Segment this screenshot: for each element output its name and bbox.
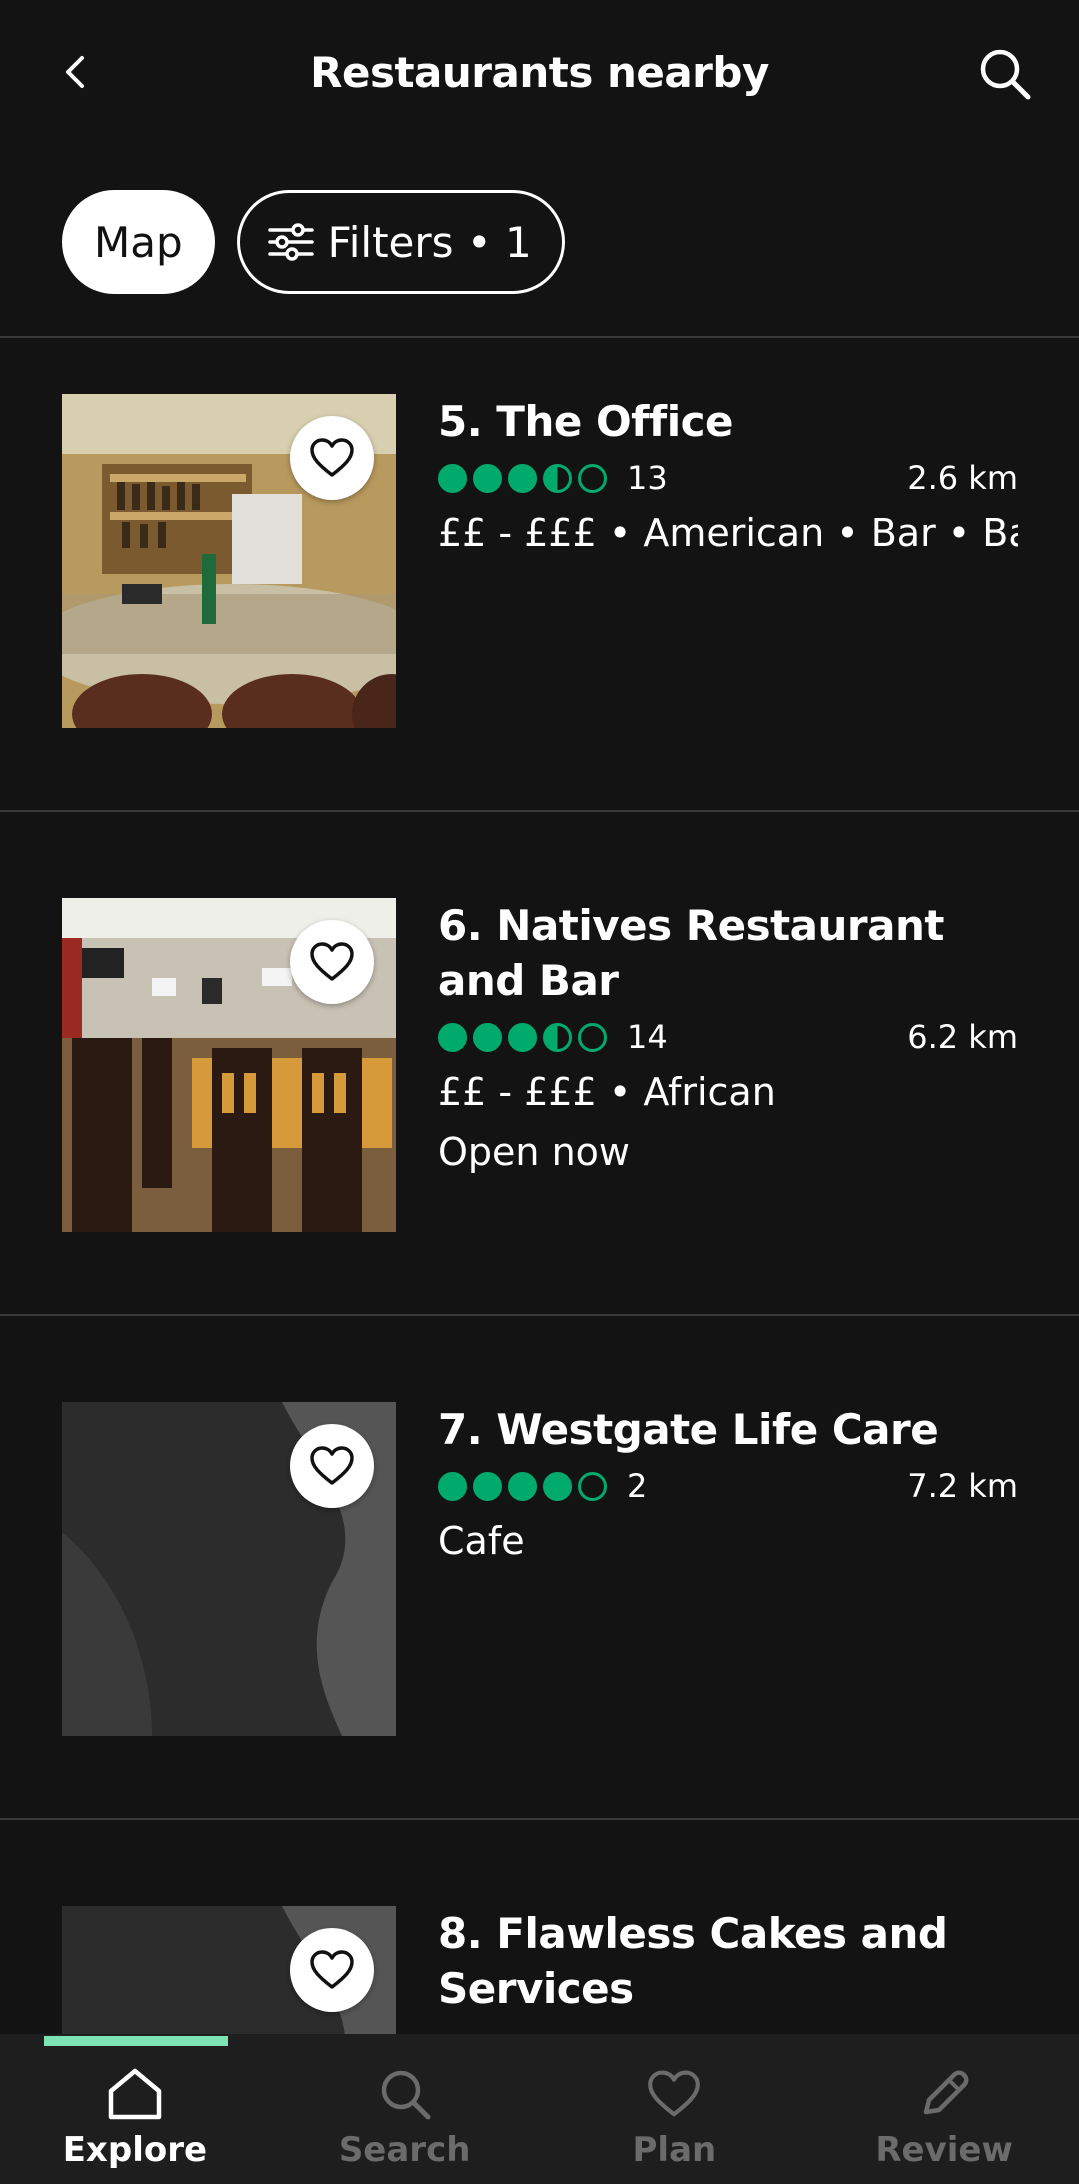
open-status: Open now bbox=[438, 1130, 630, 1174]
nav-label: Explore bbox=[62, 2130, 208, 2170]
review-count: 2 bbox=[627, 1467, 648, 1505]
nav-label: Plan bbox=[632, 2130, 717, 2170]
save-button[interactable] bbox=[290, 416, 374, 500]
search-button[interactable] bbox=[973, 42, 1037, 106]
search-icon bbox=[381, 2070, 431, 2120]
nav-explore[interactable]: Explore bbox=[0, 2034, 270, 2184]
review-count: 13 bbox=[627, 459, 668, 497]
nav-label: Search bbox=[338, 2130, 471, 2170]
listing-card[interactable]: 7. Westgate Life Care 2 7.2 km Cafe bbox=[0, 1344, 1079, 1844]
nav-search[interactable]: Search bbox=[270, 2034, 540, 2184]
distance: 7.2 km bbox=[907, 1467, 1018, 1505]
listing-detail: ££ - £££ • African bbox=[438, 1070, 776, 1114]
listing-card[interactable]: 5. The Office 13 2.6 km ££ - £££ • Ameri… bbox=[0, 336, 1079, 836]
listing-card[interactable]: 8. Flawless Cakes and Services bbox=[0, 1848, 1079, 2184]
rating-row: 2 7.2 km bbox=[438, 1461, 1018, 1511]
divider bbox=[0, 1314, 1079, 1316]
nav-label: Review bbox=[875, 2130, 1013, 2170]
distance: 6.2 km bbox=[907, 1018, 1018, 1056]
home-icon bbox=[108, 2068, 162, 2120]
nav-review[interactable]: Review bbox=[809, 2034, 1079, 2184]
filters-button[interactable]: Filters • 1 bbox=[236, 190, 565, 294]
sliders-icon bbox=[267, 223, 314, 261]
heart-icon bbox=[310, 1446, 354, 1485]
heart-icon bbox=[310, 438, 354, 477]
rating-bubbles bbox=[438, 1022, 607, 1052]
listing-info: 5. The Office 13 2.6 km ££ - £££ • Ameri… bbox=[438, 394, 1018, 563]
distance: 2.6 km bbox=[907, 459, 1018, 497]
placeholder-image[interactable] bbox=[62, 1402, 396, 1736]
app-screen: Restaurants nearby Map Filters • 1 5. Th… bbox=[0, 0, 1079, 2184]
pencil-icon bbox=[923, 2070, 969, 2115]
listing-name[interactable]: 6. Natives Restaurant and Bar bbox=[438, 898, 1018, 1008]
listing-name[interactable]: 5. The Office bbox=[438, 394, 1018, 449]
listing-detail: ££ - £££ • American • Bar • Bar... bbox=[438, 511, 1018, 555]
save-button[interactable] bbox=[290, 920, 374, 1004]
search-icon bbox=[980, 49, 1031, 100]
bar-interior-photo[interactable] bbox=[62, 394, 396, 728]
heart-icon bbox=[310, 1950, 354, 1989]
divider bbox=[0, 810, 1079, 812]
map-button-label: Map bbox=[94, 217, 183, 267]
save-button[interactable] bbox=[290, 1928, 374, 2012]
divider bbox=[0, 1818, 1079, 1820]
listing-name[interactable]: 8. Flawless Cakes and Services bbox=[438, 1906, 1018, 2016]
rating-row: 13 2.6 km bbox=[438, 453, 1018, 503]
map-button[interactable]: Map bbox=[62, 190, 215, 294]
page-title: Restaurants nearby bbox=[310, 48, 769, 97]
heart-icon bbox=[310, 942, 354, 981]
heart-icon bbox=[648, 2070, 701, 2117]
filter-chips: Map Filters • 1 bbox=[62, 190, 565, 294]
rating-row: 14 6.2 km bbox=[438, 1012, 1018, 1062]
bottom-navigation: Explore Search Plan Review bbox=[0, 2034, 1079, 2184]
active-tab-indicator bbox=[44, 2036, 228, 2046]
listing-info: 6. Natives Restaurant and Bar 14 6.2 km … bbox=[438, 898, 1018, 1182]
save-button[interactable] bbox=[290, 1424, 374, 1508]
listing-name[interactable]: 7. Westgate Life Care bbox=[438, 1402, 1018, 1457]
listing-card[interactable]: 6. Natives Restaurant and Bar 14 6.2 km … bbox=[0, 840, 1079, 1340]
filters-button-label: Filters • 1 bbox=[327, 217, 532, 267]
nav-plan[interactable]: Plan bbox=[540, 2034, 810, 2184]
dining-room-photo[interactable] bbox=[62, 898, 396, 1232]
listing-info: 7. Westgate Life Care 2 7.2 km Cafe bbox=[438, 1402, 1018, 1571]
top-bar: Restaurants nearby bbox=[0, 0, 1079, 150]
review-count: 14 bbox=[627, 1018, 668, 1056]
listing-info: 8. Flawless Cakes and Services bbox=[438, 1906, 1018, 2016]
listing-detail: Cafe bbox=[438, 1519, 525, 1563]
rating-bubbles bbox=[438, 1471, 607, 1501]
rating-bubbles bbox=[438, 463, 607, 493]
